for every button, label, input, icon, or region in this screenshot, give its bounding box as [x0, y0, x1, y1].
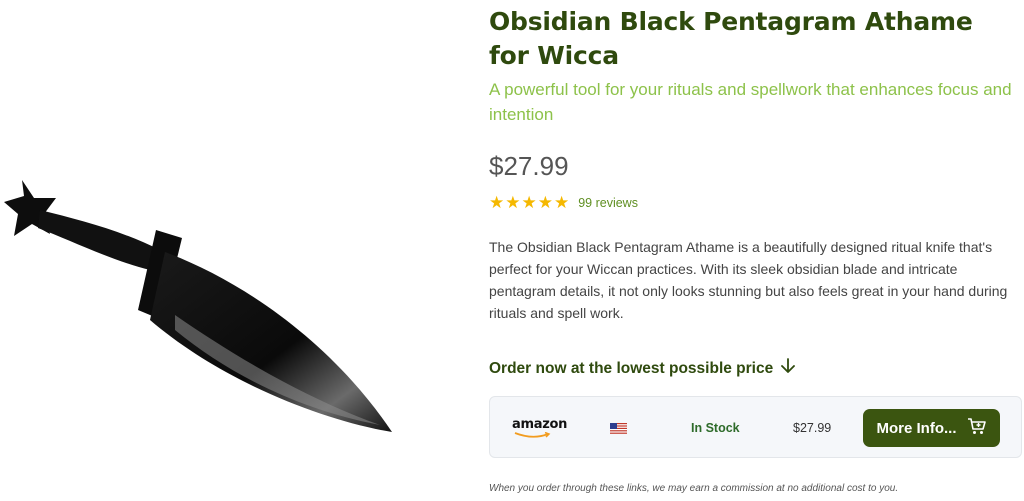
stock-status: In Stock [691, 421, 740, 435]
amazon-logo: amazon [512, 417, 568, 432]
product-info: Obsidian Black Pentagram Athame for Wicc… [489, 0, 1019, 324]
rating: ★★★★★ 99 reviews [489, 193, 1019, 213]
product-price: $27.99 [489, 151, 569, 181]
arrow-down-icon [781, 358, 796, 379]
more-info-label: More Info... [876, 419, 957, 437]
offer-price: $27.99 [793, 421, 832, 435]
us-flag-icon [610, 423, 627, 434]
star-rating-icon: ★★★★★ [489, 193, 571, 212]
product-title: Obsidian Black Pentagram Athame for Wicc… [489, 7, 973, 70]
product-subtitle: A powerful tool for your rituals and spe… [489, 80, 1012, 124]
product-description: The Obsidian Black Pentagram Athame is a… [489, 239, 1008, 321]
cart-icon [967, 417, 987, 439]
more-info-button[interactable]: More Info... [863, 409, 1000, 447]
reviews-link[interactable]: 99 reviews [578, 196, 638, 210]
product-image [0, 60, 460, 501]
offer-row: amazon In Stock $27.99 More Info... [489, 396, 1022, 458]
athame-image [4, 180, 392, 432]
amazon-smile-icon [514, 432, 551, 438]
order-heading: Order now at the lowest possible price [489, 358, 796, 379]
affiliate-disclaimer: When you order through these links, we m… [489, 483, 899, 494]
order-heading-text: Order now at the lowest possible price [489, 359, 774, 377]
